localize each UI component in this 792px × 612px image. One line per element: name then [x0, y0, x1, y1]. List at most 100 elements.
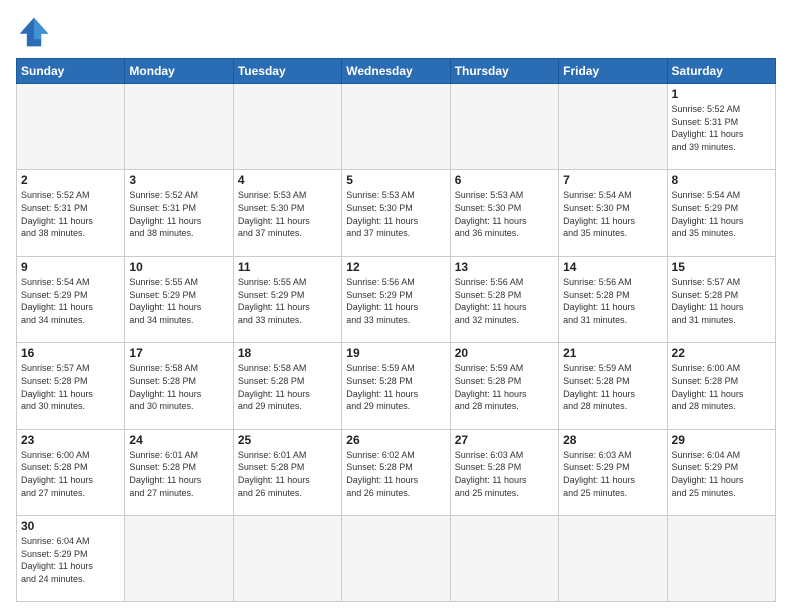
day-number: 13 [455, 260, 554, 274]
logo-icon [16, 14, 52, 50]
day-info: Sunrise: 5:56 AM Sunset: 5:28 PM Dayligh… [455, 276, 554, 326]
calendar-cell [125, 516, 233, 602]
day-info: Sunrise: 5:52 AM Sunset: 5:31 PM Dayligh… [129, 189, 228, 239]
day-info: Sunrise: 5:52 AM Sunset: 5:31 PM Dayligh… [672, 103, 771, 153]
calendar-cell: 23Sunrise: 6:00 AM Sunset: 5:28 PM Dayli… [17, 429, 125, 515]
day-number: 21 [563, 346, 662, 360]
calendar-cell: 27 Sunrise: 6:03 AM Sunset: 5:28 PM Dayli… [450, 429, 558, 515]
day-info: Sunrise: 5:59 AM Sunset: 5:28 PM Dayligh… [563, 362, 662, 412]
calendar-cell [233, 516, 341, 602]
day-info: Sunrise: 6:03 AM Sunset: 5:28 PM Dayligh… [455, 449, 554, 499]
calendar-cell [342, 516, 450, 602]
day-info: Sunrise: 5:58 AM Sunset: 5:28 PM Dayligh… [129, 362, 228, 412]
day-number: 4 [238, 173, 337, 187]
day-info: Sunrise: 5:59 AM Sunset: 5:28 PM Dayligh… [455, 362, 554, 412]
calendar-cell: 13 Sunrise: 5:56 AM Sunset: 5:28 PM Dayli… [450, 256, 558, 342]
day-number: 27 [455, 433, 554, 447]
day-info: Sunrise: 5:55 AM Sunset: 5:29 PM Dayligh… [129, 276, 228, 326]
calendar-cell [667, 516, 775, 602]
day-number: 2 [21, 173, 120, 187]
calendar-cell: 28 Sunrise: 6:03 AM Sunset: 5:29 PM Dayli… [559, 429, 667, 515]
day-number: 9 [21, 260, 120, 274]
week-row-3: 9 Sunrise: 5:54 AM Sunset: 5:29 PM Daylig… [17, 256, 776, 342]
day-info: Sunrise: 5:59 AM Sunset: 5:28 PM Dayligh… [346, 362, 445, 412]
calendar-cell: 16Sunrise: 5:57 AM Sunset: 5:28 PM Dayli… [17, 343, 125, 429]
calendar-cell: 5 Sunrise: 5:53 AM Sunset: 5:30 PM Daylig… [342, 170, 450, 256]
day-number: 17 [129, 346, 228, 360]
calendar-cell: 21 Sunrise: 5:59 AM Sunset: 5:28 PM Dayli… [559, 343, 667, 429]
calendar-cell: 12Sunrise: 5:56 AM Sunset: 5:29 PM Dayli… [342, 256, 450, 342]
day-info: Sunrise: 6:03 AM Sunset: 5:29 PM Dayligh… [563, 449, 662, 499]
week-row-6: 30 Sunrise: 6:04 AM Sunset: 5:29 PM Dayli… [17, 516, 776, 602]
calendar-cell: 19 Sunrise: 5:59 AM Sunset: 5:28 PM Dayli… [342, 343, 450, 429]
day-number: 3 [129, 173, 228, 187]
day-number: 18 [238, 346, 337, 360]
day-info: Sunrise: 6:01 AM Sunset: 5:28 PM Dayligh… [238, 449, 337, 499]
day-info: Sunrise: 5:53 AM Sunset: 5:30 PM Dayligh… [346, 189, 445, 239]
weekday-header-saturday: Saturday [667, 59, 775, 84]
calendar-cell: 26 Sunrise: 6:02 AM Sunset: 5:28 PM Dayli… [342, 429, 450, 515]
day-info: Sunrise: 6:00 AM Sunset: 5:28 PM Dayligh… [21, 449, 120, 499]
calendar-cell: 17 Sunrise: 5:58 AM Sunset: 5:28 PM Dayli… [125, 343, 233, 429]
day-info: Sunrise: 5:56 AM Sunset: 5:28 PM Dayligh… [563, 276, 662, 326]
calendar-cell [233, 84, 341, 170]
page: SundayMondayTuesdayWednesdayThursdayFrid… [0, 0, 792, 612]
day-number: 5 [346, 173, 445, 187]
day-info: Sunrise: 5:56 AM Sunset: 5:29 PM Dayligh… [346, 276, 445, 326]
day-number: 30 [21, 519, 120, 533]
day-number: 10 [129, 260, 228, 274]
day-number: 8 [672, 173, 771, 187]
calendar-cell: 18Sunrise: 5:58 AM Sunset: 5:28 PM Dayli… [233, 343, 341, 429]
week-row-1: 1Sunrise: 5:52 AM Sunset: 5:31 PM Daylig… [17, 84, 776, 170]
weekday-header-monday: Monday [125, 59, 233, 84]
day-number: 29 [672, 433, 771, 447]
day-number: 26 [346, 433, 445, 447]
week-row-4: 16Sunrise: 5:57 AM Sunset: 5:28 PM Dayli… [17, 343, 776, 429]
calendar-cell: 11Sunrise: 5:55 AM Sunset: 5:29 PM Dayli… [233, 256, 341, 342]
calendar-cell [559, 516, 667, 602]
calendar-cell: 10 Sunrise: 5:55 AM Sunset: 5:29 PM Dayli… [125, 256, 233, 342]
day-number: 15 [672, 260, 771, 274]
day-info: Sunrise: 6:01 AM Sunset: 5:28 PM Dayligh… [129, 449, 228, 499]
day-number: 28 [563, 433, 662, 447]
day-info: Sunrise: 6:04 AM Sunset: 5:29 PM Dayligh… [672, 449, 771, 499]
calendar-cell [17, 84, 125, 170]
calendar-cell: 20Sunrise: 5:59 AM Sunset: 5:28 PM Dayli… [450, 343, 558, 429]
day-number: 19 [346, 346, 445, 360]
day-number: 24 [129, 433, 228, 447]
day-info: Sunrise: 5:54 AM Sunset: 5:30 PM Dayligh… [563, 189, 662, 239]
day-number: 14 [563, 260, 662, 274]
day-info: Sunrise: 6:04 AM Sunset: 5:29 PM Dayligh… [21, 535, 120, 585]
day-info: Sunrise: 5:57 AM Sunset: 5:28 PM Dayligh… [672, 276, 771, 326]
calendar-cell: 7 Sunrise: 5:54 AM Sunset: 5:30 PM Daylig… [559, 170, 667, 256]
calendar-cell [342, 84, 450, 170]
day-info: Sunrise: 6:02 AM Sunset: 5:28 PM Dayligh… [346, 449, 445, 499]
week-row-5: 23Sunrise: 6:00 AM Sunset: 5:28 PM Dayli… [17, 429, 776, 515]
day-info: Sunrise: 5:57 AM Sunset: 5:28 PM Dayligh… [21, 362, 120, 412]
calendar-cell: 1Sunrise: 5:52 AM Sunset: 5:31 PM Daylig… [667, 84, 775, 170]
week-row-2: 2 Sunrise: 5:52 AM Sunset: 5:31 PM Daylig… [17, 170, 776, 256]
day-number: 22 [672, 346, 771, 360]
calendar-cell [559, 84, 667, 170]
weekday-header-row: SundayMondayTuesdayWednesdayThursdayFrid… [17, 59, 776, 84]
weekday-header-wednesday: Wednesday [342, 59, 450, 84]
day-number: 6 [455, 173, 554, 187]
day-info: Sunrise: 5:52 AM Sunset: 5:31 PM Dayligh… [21, 189, 120, 239]
calendar-cell: 25Sunrise: 6:01 AM Sunset: 5:28 PM Dayli… [233, 429, 341, 515]
day-info: Sunrise: 5:53 AM Sunset: 5:30 PM Dayligh… [455, 189, 554, 239]
weekday-header-tuesday: Tuesday [233, 59, 341, 84]
calendar-cell: 8Sunrise: 5:54 AM Sunset: 5:29 PM Daylig… [667, 170, 775, 256]
calendar-cell: 30 Sunrise: 6:04 AM Sunset: 5:29 PM Dayli… [17, 516, 125, 602]
calendar-cell: 2 Sunrise: 5:52 AM Sunset: 5:31 PM Daylig… [17, 170, 125, 256]
day-info: Sunrise: 5:54 AM Sunset: 5:29 PM Dayligh… [21, 276, 120, 326]
day-number: 7 [563, 173, 662, 187]
calendar-cell: 14 Sunrise: 5:56 AM Sunset: 5:28 PM Dayli… [559, 256, 667, 342]
calendar-cell [125, 84, 233, 170]
calendar-cell [450, 516, 558, 602]
calendar-cell: 6 Sunrise: 5:53 AM Sunset: 5:30 PM Daylig… [450, 170, 558, 256]
calendar-cell: 3 Sunrise: 5:52 AM Sunset: 5:31 PM Daylig… [125, 170, 233, 256]
calendar-cell: 29 Sunrise: 6:04 AM Sunset: 5:29 PM Dayli… [667, 429, 775, 515]
weekday-header-sunday: Sunday [17, 59, 125, 84]
day-number: 11 [238, 260, 337, 274]
logo [16, 14, 56, 50]
